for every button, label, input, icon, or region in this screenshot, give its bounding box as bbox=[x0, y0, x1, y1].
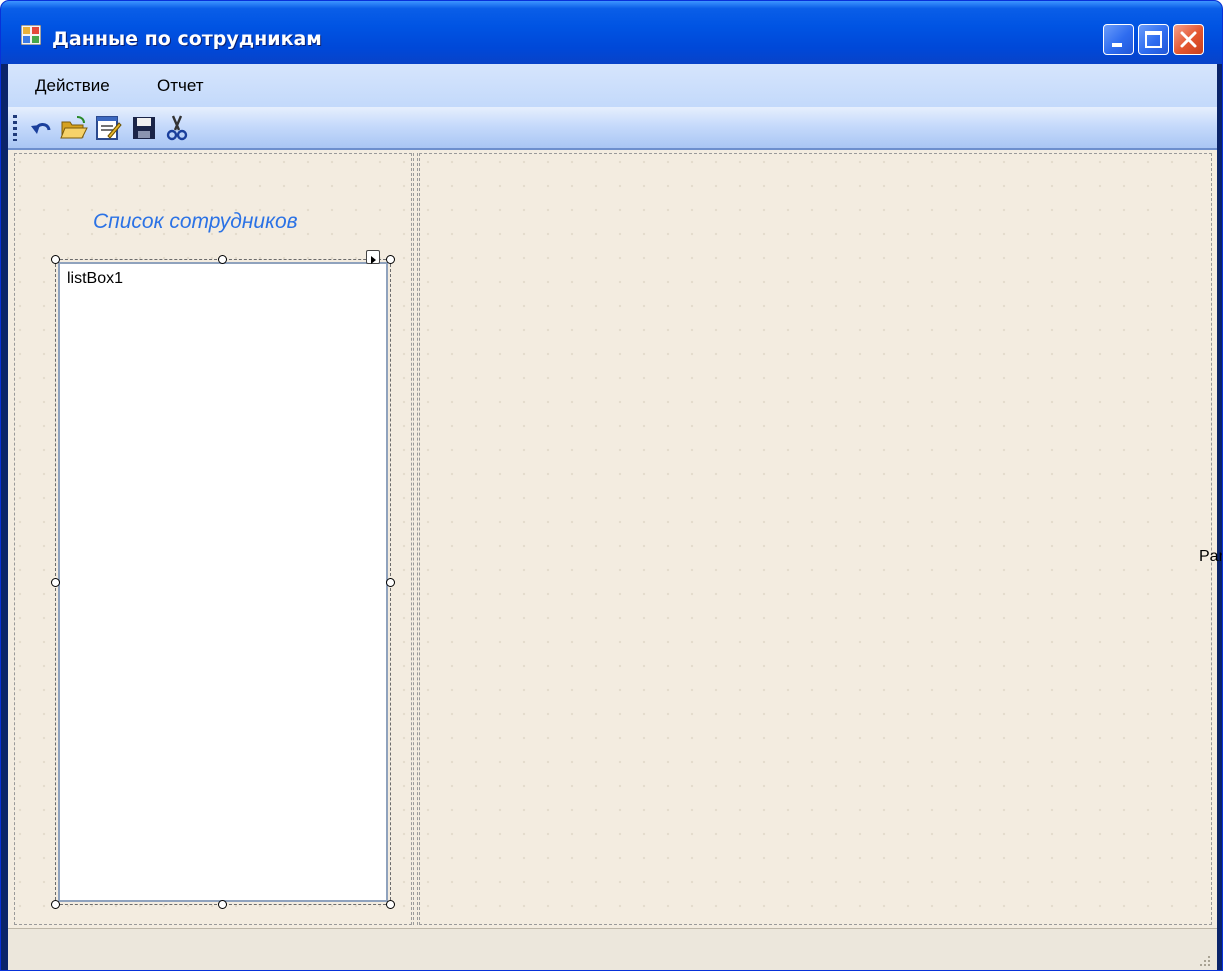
resize-handle-bottom-right[interactable] bbox=[386, 900, 395, 909]
employees-listbox[interactable]: listBox1 bbox=[58, 262, 388, 902]
app-icon bbox=[20, 24, 42, 46]
panel1[interactable]: Список сотрудников listBox1 bbox=[14, 153, 412, 925]
resize-handle-top[interactable] bbox=[218, 255, 227, 264]
menu-bar: Действие Отчет bbox=[8, 64, 1217, 107]
application-window: Данные по сотрудникам Действие Отчет Спи… bbox=[0, 0, 1223, 971]
close-button[interactable] bbox=[1173, 24, 1204, 55]
status-bar bbox=[8, 928, 1217, 970]
toolbar bbox=[8, 107, 1217, 150]
title-bar[interactable]: Данные по сотрудникам bbox=[1, 1, 1222, 64]
menu-action[interactable]: Действие bbox=[35, 76, 110, 96]
minimize-button[interactable] bbox=[1103, 24, 1134, 55]
panel2[interactable]: Panel2 bbox=[419, 153, 1222, 925]
menu-report[interactable]: Отчет bbox=[157, 76, 204, 96]
save-icon[interactable] bbox=[130, 114, 158, 142]
form-design-surface: Список сотрудников listBox1 Pa bbox=[8, 150, 1222, 928]
toolbar-grip[interactable] bbox=[13, 115, 17, 141]
maximize-icon bbox=[1145, 31, 1162, 48]
resize-handle-right[interactable] bbox=[386, 578, 395, 587]
undo-icon[interactable] bbox=[28, 114, 56, 142]
close-icon bbox=[1180, 31, 1197, 48]
splitter[interactable] bbox=[413, 153, 418, 925]
cut-icon[interactable] bbox=[163, 114, 191, 142]
size-grip-icon[interactable] bbox=[1197, 952, 1211, 966]
resize-handle-bottom-left[interactable] bbox=[51, 900, 60, 909]
resize-handle-top-right[interactable] bbox=[386, 255, 395, 264]
window-title: Данные по сотрудникам bbox=[52, 28, 322, 50]
window-client-area: Действие Отчет Список сотрудников listBo… bbox=[8, 64, 1222, 970]
employees-list-label: Список сотрудников bbox=[93, 210, 298, 233]
resize-handle-bottom[interactable] bbox=[218, 900, 227, 909]
resize-handle-top-left[interactable] bbox=[51, 255, 60, 264]
edit-document-icon[interactable] bbox=[94, 114, 122, 142]
listbox-name-text: listBox1 bbox=[67, 270, 124, 287]
open-folder-icon[interactable] bbox=[60, 114, 88, 142]
resize-handle-left[interactable] bbox=[51, 578, 60, 587]
maximize-button[interactable] bbox=[1138, 24, 1169, 55]
panel2-label: Panel2 bbox=[1199, 548, 1222, 565]
minimize-icon bbox=[1112, 43, 1122, 47]
smart-tag-arrow-icon[interactable] bbox=[366, 250, 380, 264]
